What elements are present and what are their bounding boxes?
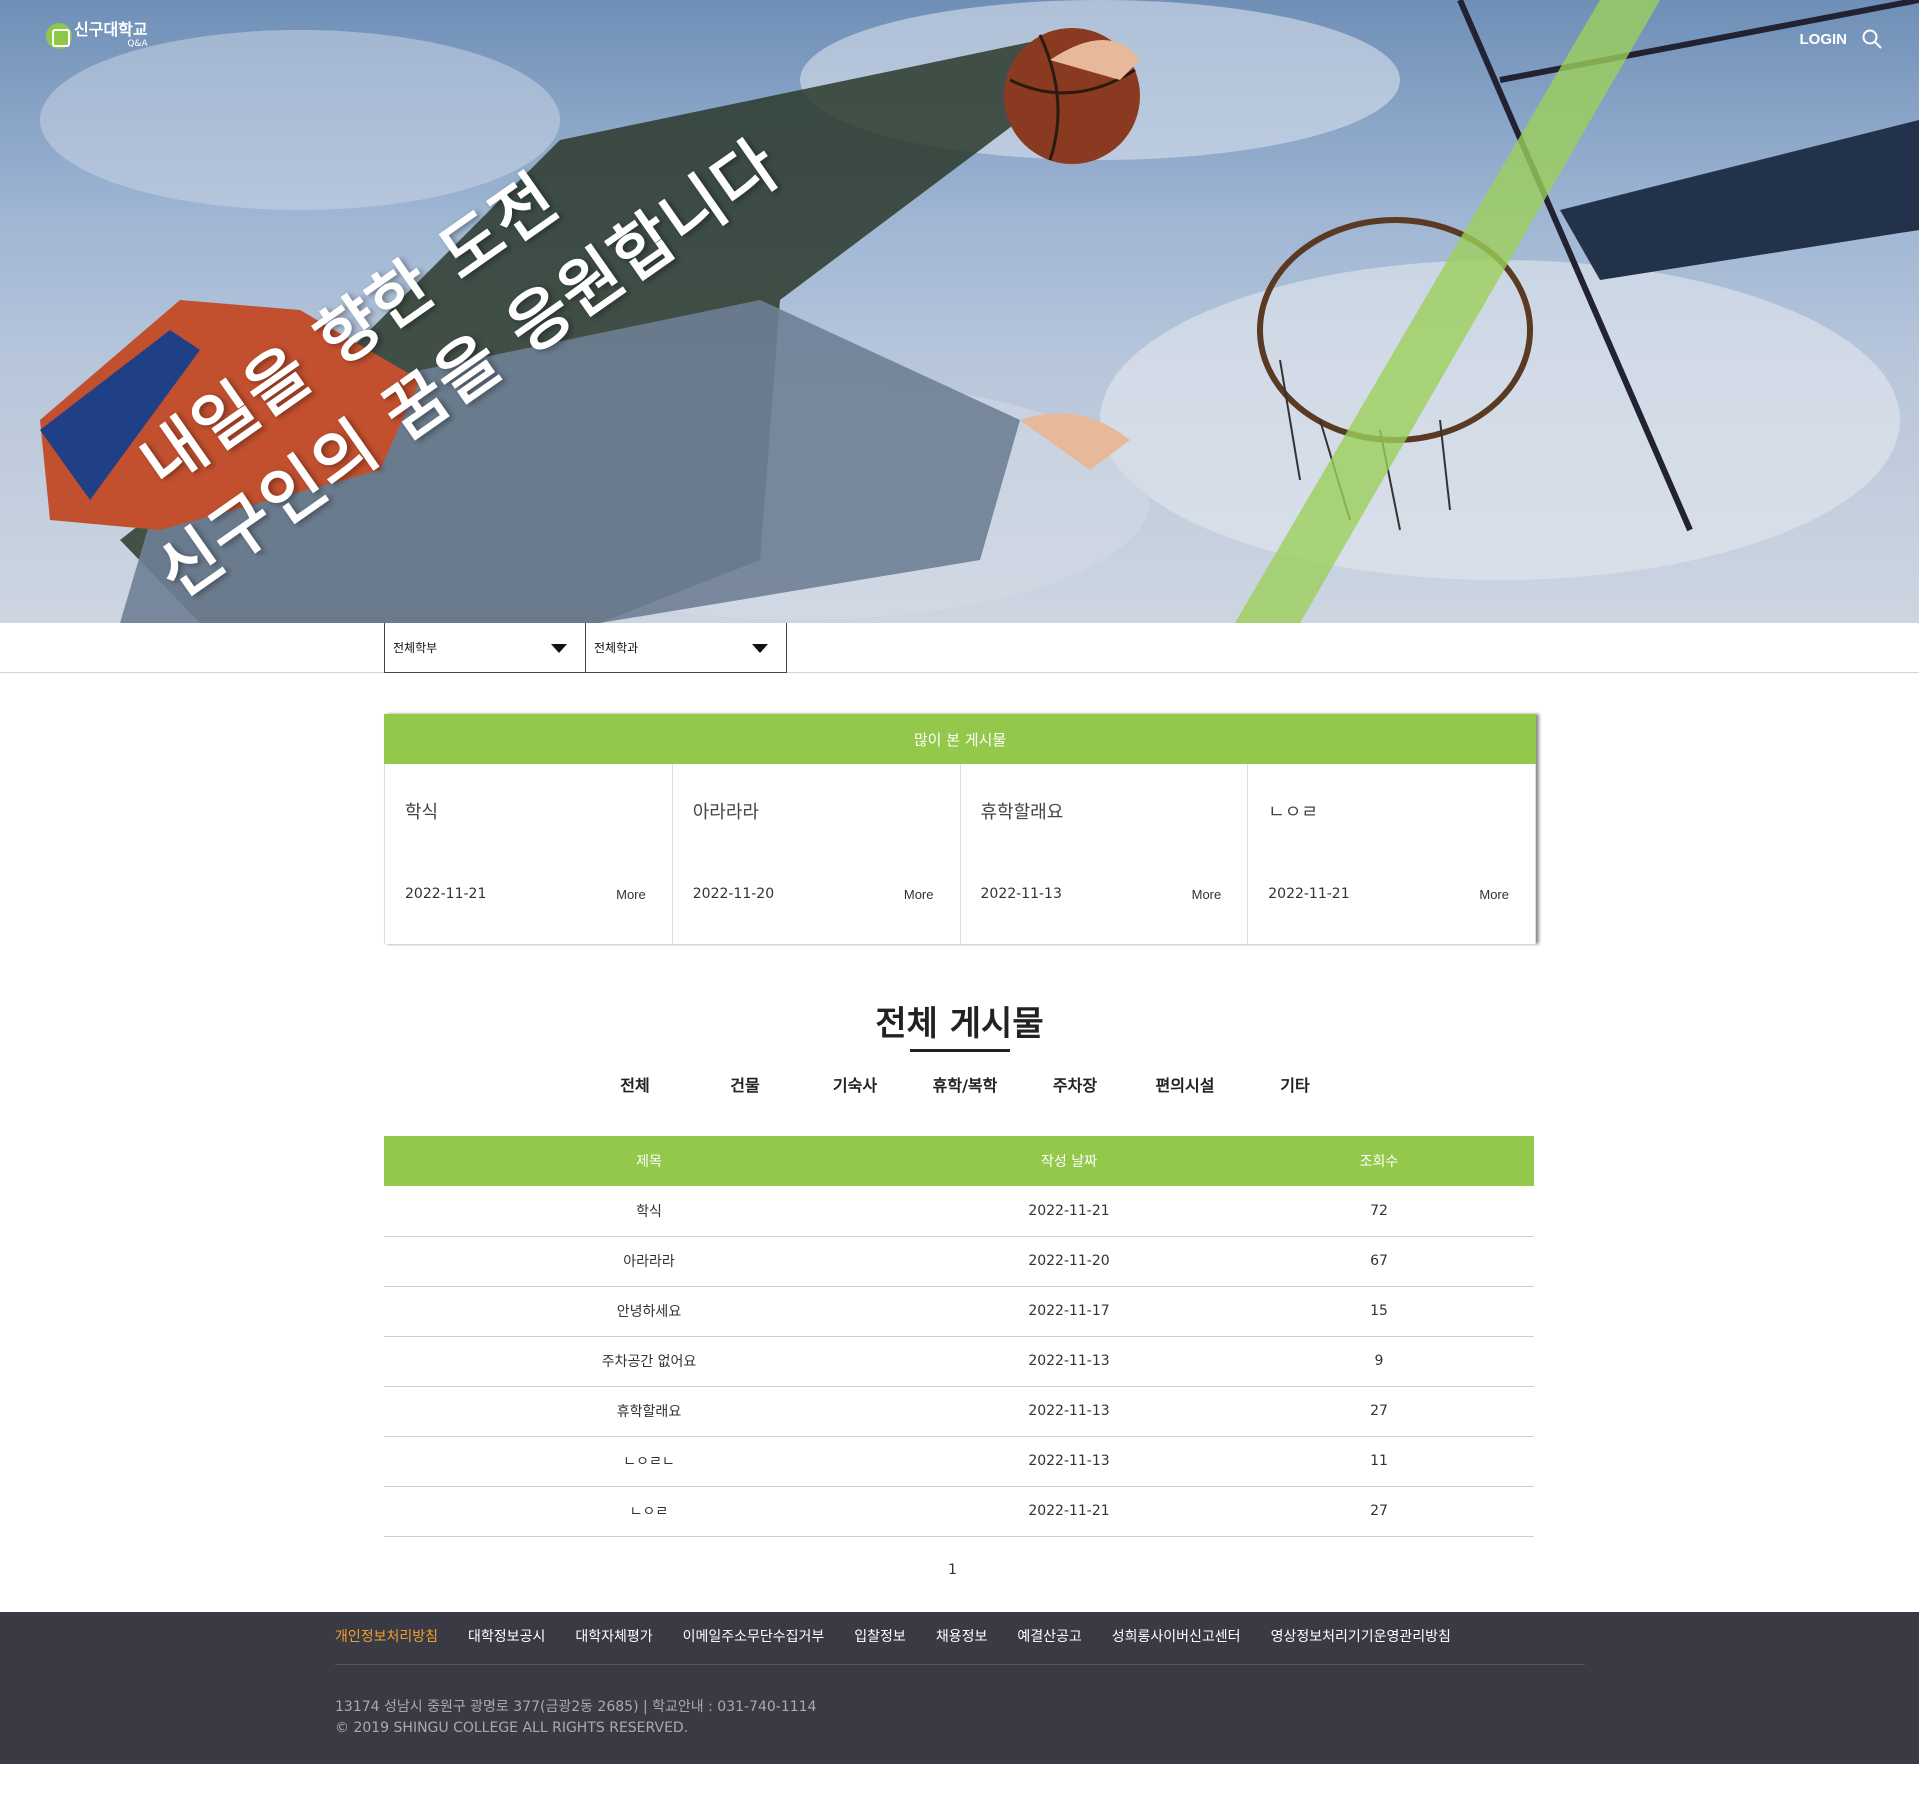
footer-link-cctv-policy[interactable]: 영상정보처리기기운영관리방침 xyxy=(1271,1626,1451,1646)
popular-card[interactable]: 학식 2022-11-21 More xyxy=(385,764,673,944)
category-tabs: 전체 건물 기숙사 휴학/복학 주차장 편의시설 기타 xyxy=(580,1072,1350,1096)
filter-bar: 전체학부 전체학과 xyxy=(0,623,1919,673)
row-views: 27 xyxy=(1224,1486,1534,1537)
table-row[interactable]: 학식 2022-11-21 72 xyxy=(384,1186,1534,1237)
tab-dormitory[interactable]: 기숙사 xyxy=(800,1072,910,1096)
tab-parking[interactable]: 주차장 xyxy=(1020,1072,1130,1096)
popular-posts: 많이 본 게시물 학식 2022-11-21 More 아라라라 2022-11… xyxy=(384,714,1536,944)
popular-card-date: 2022-11-13 xyxy=(980,886,1062,902)
search-icon[interactable] xyxy=(1861,28,1883,50)
row-date: 2022-11-13 xyxy=(914,1336,1224,1387)
board-title: 전체 게시물 xyxy=(875,1004,1044,1044)
row-views: 15 xyxy=(1224,1286,1534,1337)
footer-link-harassment-center[interactable]: 성희롱사이버신고센터 xyxy=(1112,1626,1241,1646)
popular-card[interactable]: 아라라라 2022-11-20 More xyxy=(673,764,961,944)
popular-card-date: 2022-11-21 xyxy=(1268,886,1350,902)
table-row[interactable]: 안녕하세요 2022-11-17 15 xyxy=(384,1286,1534,1337)
row-title[interactable]: ㄴㅇㄹㄴ xyxy=(384,1436,914,1487)
row-title[interactable]: 휴학할래요 xyxy=(384,1386,914,1437)
login-link[interactable]: LOGIN xyxy=(1800,31,1848,48)
site-footer: 개인정보처리방침 대학정보공시 대학자체평가 이메일주소무단수집거부 입찰정보 … xyxy=(0,1612,1919,1764)
table-row[interactable]: ㄴㅇㄹ 2022-11-21 27 xyxy=(384,1486,1534,1537)
row-date: 2022-11-21 xyxy=(914,1186,1224,1237)
popular-card-title[interactable]: 휴학할래요 xyxy=(981,798,1064,824)
footer-link-privacy[interactable]: 개인정보처리방침 xyxy=(335,1626,438,1646)
caret-down-icon xyxy=(551,644,567,653)
hero-banner: 신구대학교 Q&A LOGIN 내일을 향한 도전 신구인의 꿈을 응원합니다 xyxy=(0,0,1919,623)
pagination: 1 xyxy=(0,1562,1905,1578)
table-row[interactable]: 주차공간 없어요 2022-11-13 9 xyxy=(384,1336,1534,1387)
logo-title: 신구대학교 xyxy=(74,20,148,39)
row-views: 67 xyxy=(1224,1236,1534,1287)
footer-links: 개인정보처리방침 대학정보공시 대학자체평가 이메일주소무단수집거부 입찰정보 … xyxy=(335,1626,1585,1665)
popular-card-more-link[interactable]: More xyxy=(1192,887,1222,902)
page-number[interactable]: 1 xyxy=(948,1562,957,1578)
row-date: 2022-11-17 xyxy=(914,1286,1224,1337)
footer-link-budget[interactable]: 예결산공고 xyxy=(1017,1626,1081,1646)
department-select[interactable]: 전체학과 xyxy=(585,623,787,673)
row-views: 27 xyxy=(1224,1386,1534,1437)
tab-all[interactable]: 전체 xyxy=(580,1072,690,1096)
popular-card-date: 2022-11-20 xyxy=(692,886,775,902)
row-date: 2022-11-13 xyxy=(914,1436,1224,1487)
footer-address: 13174 성남시 중원구 광명로 377(금광2동 2685) | 학교안내 … xyxy=(335,1699,817,1715)
row-views: 72 xyxy=(1224,1186,1534,1237)
footer-link-recruitment[interactable]: 채용정보 xyxy=(936,1626,988,1646)
division-select[interactable]: 전체학부 xyxy=(384,623,586,673)
popular-heading: 많이 본 게시물 xyxy=(384,714,1536,764)
board-title-underline xyxy=(910,1049,1010,1052)
footer-copyright: © 2019 SHINGU COLLEGE ALL RIGHTS RESERVE… xyxy=(335,1720,689,1736)
tab-building[interactable]: 건물 xyxy=(690,1072,800,1096)
row-views: 9 xyxy=(1224,1336,1534,1387)
row-title[interactable]: 안녕하세요 xyxy=(384,1286,914,1337)
footer-link-disclosure[interactable]: 대학정보공시 xyxy=(468,1626,545,1646)
caret-down-icon xyxy=(752,644,768,653)
tab-facilities[interactable]: 편의시설 xyxy=(1130,1072,1240,1096)
row-title[interactable]: 아라라라 xyxy=(384,1236,914,1287)
division-select-value: 전체학부 xyxy=(393,641,438,655)
row-views: 11 xyxy=(1224,1436,1534,1487)
footer-link-bidding[interactable]: 입찰정보 xyxy=(854,1626,906,1646)
table-header-row: 제목 작성 날짜 조회수 xyxy=(384,1136,1534,1186)
tab-leave-return[interactable]: 휴학/복학 xyxy=(910,1072,1020,1096)
footer-link-self-evaluation[interactable]: 대학자체평가 xyxy=(575,1626,652,1646)
column-header-views: 조회수 xyxy=(1224,1136,1534,1186)
column-header-date: 작성 날짜 xyxy=(914,1136,1224,1186)
row-date: 2022-11-20 xyxy=(914,1236,1224,1287)
logo-subtitle: Q&A xyxy=(127,39,148,49)
footer-link-email-refusal[interactable]: 이메일주소무단수집거부 xyxy=(683,1626,825,1646)
popular-card-title[interactable]: ㄴㅇㄹ xyxy=(1268,798,1318,824)
popular-card-more-link[interactable]: More xyxy=(904,887,934,902)
table-row[interactable]: 휴학할래요 2022-11-13 27 xyxy=(384,1386,1534,1437)
popular-card[interactable]: 휴학할래요 2022-11-13 More xyxy=(961,764,1249,944)
popular-card-title[interactable]: 학식 xyxy=(405,798,438,824)
site-logo[interactable]: 신구대학교 Q&A xyxy=(46,22,148,49)
popular-card-more-link[interactable]: More xyxy=(616,887,646,902)
row-title[interactable]: ㄴㅇㄹ xyxy=(384,1486,914,1537)
hero-slogan: 내일을 향한 도전 신구인의 꿈을 응원합니다 xyxy=(128,125,1050,620)
department-select-value: 전체학과 xyxy=(594,641,639,655)
row-title[interactable]: 주차공간 없어요 xyxy=(384,1336,914,1387)
posts-table: 제목 작성 날짜 조회수 학식 2022-11-21 72 아라라라 2022-… xyxy=(384,1136,1534,1537)
table-row[interactable]: 아라라라 2022-11-20 67 xyxy=(384,1236,1534,1287)
logo-emblem-icon xyxy=(46,22,72,49)
row-date: 2022-11-21 xyxy=(914,1486,1224,1537)
row-title[interactable]: 학식 xyxy=(384,1186,914,1237)
table-row[interactable]: ㄴㅇㄹㄴ 2022-11-13 11 xyxy=(384,1436,1534,1487)
popular-card-date: 2022-11-21 xyxy=(405,886,487,902)
popular-card[interactable]: ㄴㅇㄹ 2022-11-21 More xyxy=(1248,764,1536,944)
column-header-title: 제목 xyxy=(384,1136,914,1186)
tab-etc[interactable]: 기타 xyxy=(1240,1072,1350,1096)
row-date: 2022-11-13 xyxy=(914,1386,1224,1437)
popular-card-more-link[interactable]: More xyxy=(1479,887,1509,902)
popular-card-title[interactable]: 아라라라 xyxy=(693,798,759,824)
